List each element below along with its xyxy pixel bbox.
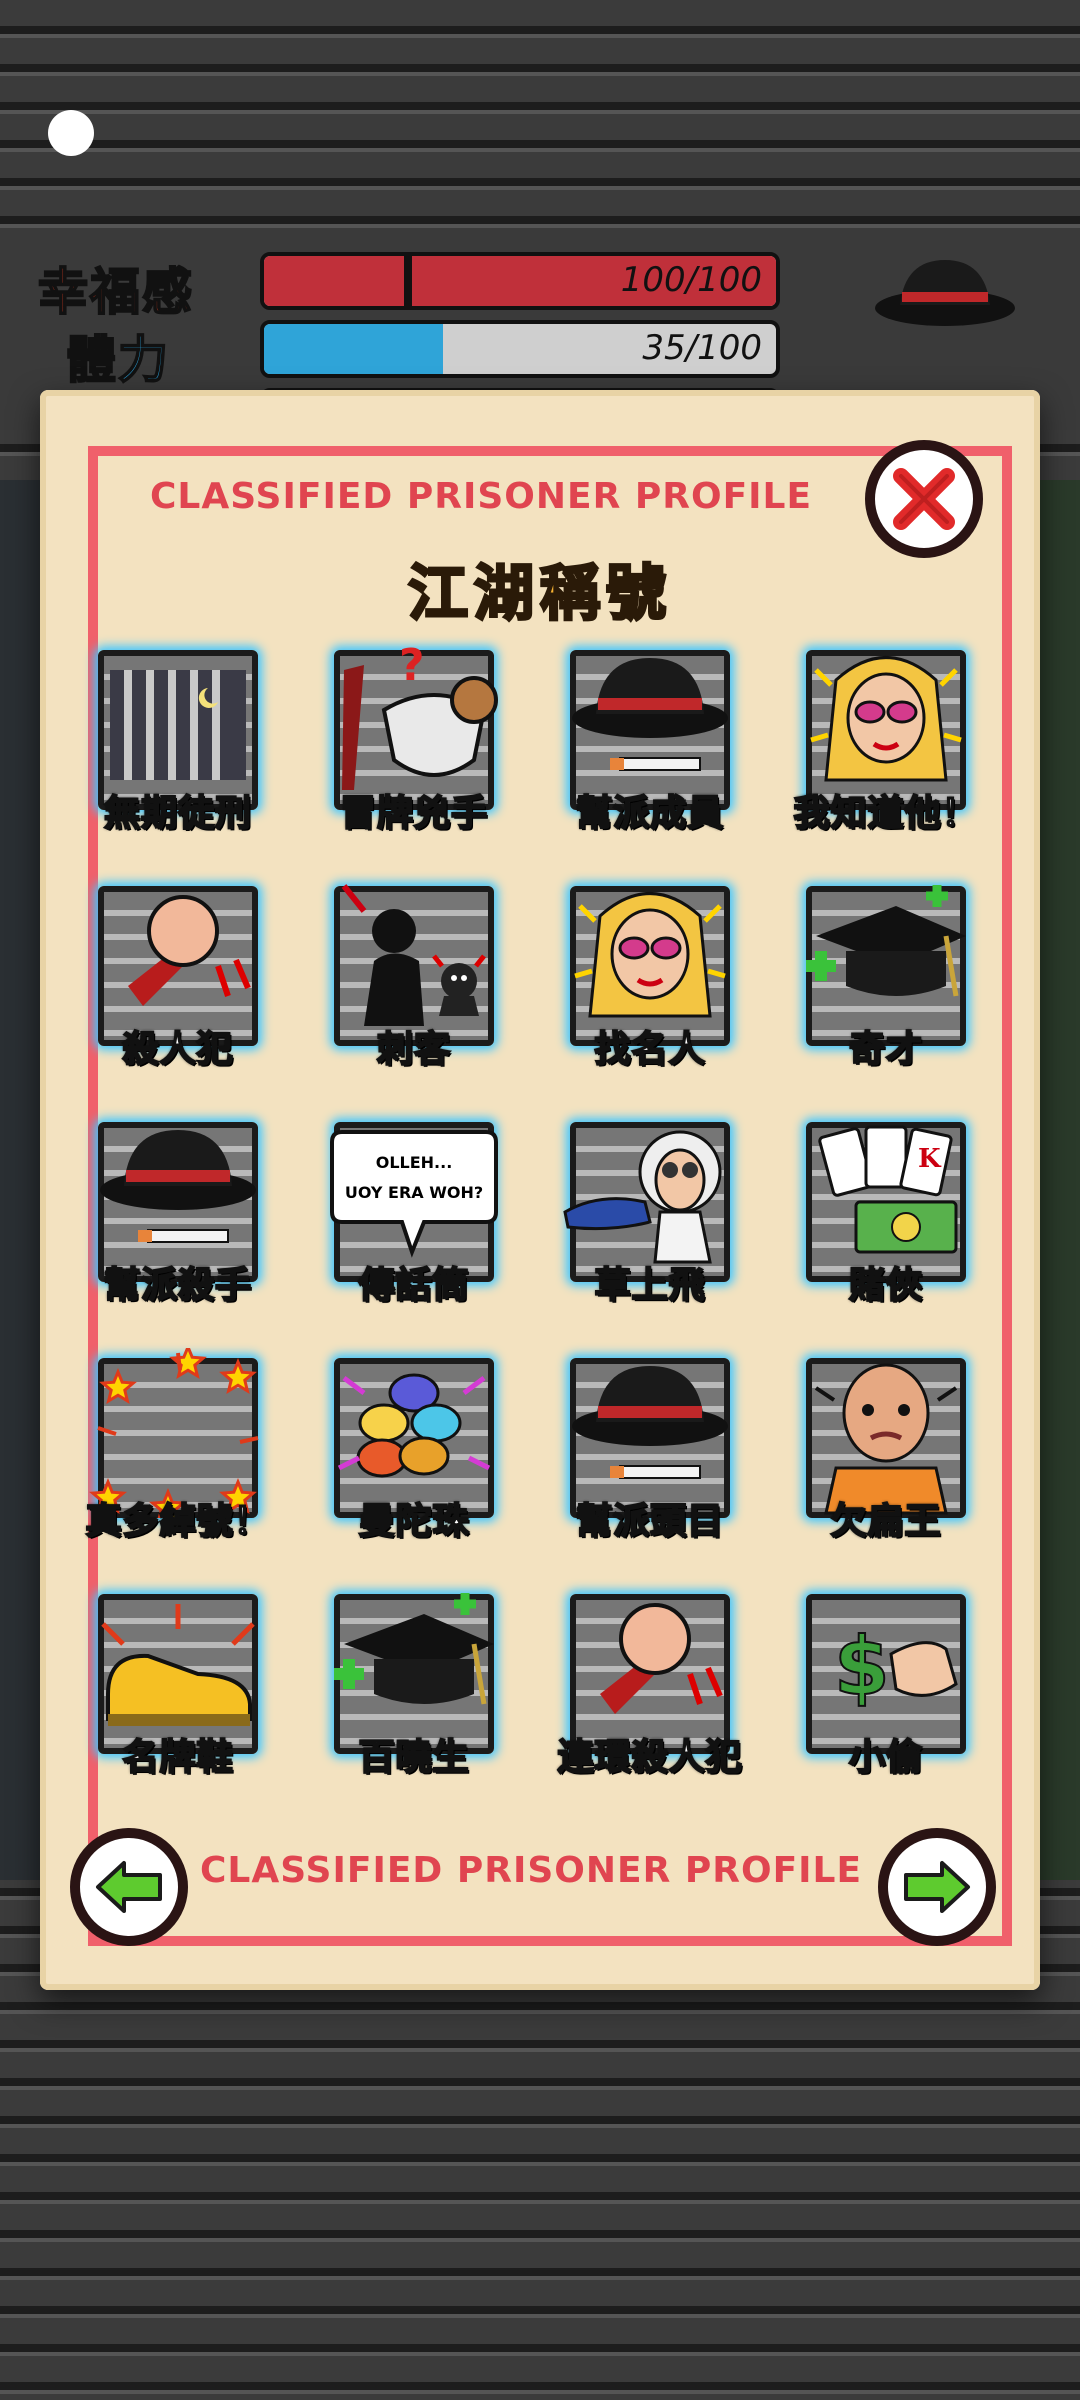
- stamina-value: 35/100: [642, 328, 762, 368]
- title-label: 找名人: [593, 1027, 706, 1071]
- title-badge[interactable]: 殺人犯: [88, 876, 268, 1071]
- title-label: 冒牌兇手: [339, 791, 488, 835]
- background-wall: [0, 480, 40, 1880]
- title-label: 連環殺人犯: [556, 1735, 743, 1779]
- title-label: 幫派殺手: [103, 1263, 252, 1307]
- title-label: 我知道他！: [792, 791, 979, 835]
- status-indicator: [48, 110, 94, 156]
- happiness-value: 100/100: [620, 260, 762, 300]
- nicknames-title: 江湖稱號: [407, 558, 672, 631]
- happiness-bar: 100/100: [260, 252, 780, 310]
- title-label: 刺客: [376, 1027, 451, 1071]
- title-badge[interactable]: 草上飛: [560, 1112, 740, 1307]
- dialog-header: CLASSIFIED PRISONER PROFILE: [150, 476, 813, 517]
- svg-text:UOY ERA WOH?: UOY ERA WOH?: [345, 1183, 483, 1202]
- right-arrow-icon: [904, 1861, 970, 1913]
- title-label: 小偷: [848, 1735, 923, 1779]
- prisoner-profile-dialog: CLASSIFIED PRISONER PROFILE 江湖稱號 無期徒刑? 冒牌…: [40, 390, 1040, 1990]
- next-page-button[interactable]: [878, 1828, 996, 1946]
- title-label: 幫派頭目: [575, 1499, 724, 1543]
- title-label: 草上飛: [593, 1263, 706, 1307]
- title-label: 殺人犯: [121, 1027, 234, 1071]
- happiness-label: 幸福感: [37, 261, 194, 322]
- dialog-footer: CLASSIFIED PRISONER PROFILE: [200, 1850, 863, 1891]
- title-label: 奇才: [848, 1027, 923, 1071]
- title-badge[interactable]: 找名人: [560, 876, 740, 1071]
- title-label: 百曉生: [357, 1735, 470, 1779]
- title-label: 無期徒刑: [103, 791, 252, 835]
- title-label: 幫派成員: [575, 791, 724, 835]
- title-label: 曼陀珠: [357, 1499, 470, 1543]
- title-badge[interactable]: 真多綽號！: [84, 1348, 271, 1543]
- svg-text:$: $: [834, 1620, 890, 1713]
- previous-page-button[interactable]: [70, 1828, 188, 1946]
- title-badge[interactable]: 幫派殺手: [88, 1112, 268, 1307]
- title-badge[interactable]: 我知道他！: [792, 640, 979, 835]
- title-label: 名牌鞋: [121, 1735, 234, 1779]
- background-fence: [1040, 480, 1080, 1880]
- title-badge[interactable]: $ 小偷: [796, 1584, 976, 1779]
- title-badge[interactable]: 連環殺人犯: [556, 1584, 743, 1779]
- title-badge[interactable]: ? 冒牌兇手: [324, 640, 504, 835]
- title-badge[interactable]: 刺客: [324, 876, 504, 1071]
- title-badge[interactable]: 奇才: [796, 876, 976, 1071]
- title-label: 賭俠: [848, 1263, 923, 1307]
- svg-text:?: ?: [399, 640, 425, 691]
- title-badge[interactable]: 曼陀珠: [324, 1348, 504, 1543]
- close-button[interactable]: [865, 440, 983, 558]
- gangster-hat-icon: [875, 260, 1015, 326]
- svg-text:K: K: [918, 1144, 942, 1174]
- stamina-bar: 35/100: [260, 320, 780, 378]
- title-badge[interactable]: 欠扁王: [796, 1348, 976, 1543]
- title-badge[interactable]: OLLEH... UOY ERA WOH? 傳話筒: [324, 1112, 504, 1307]
- title-badge[interactable]: 幫派頭目: [560, 1348, 740, 1543]
- title-badge[interactable]: 百曉生: [324, 1584, 504, 1779]
- title-label: 真多綽號！: [84, 1499, 271, 1543]
- title-label: 傳話筒: [357, 1263, 470, 1307]
- close-icon: [893, 468, 955, 530]
- title-badge[interactable]: 無期徒刑: [88, 640, 268, 835]
- title-badge[interactable]: 幫派成員: [560, 640, 740, 835]
- title-label: 欠扁王: [829, 1499, 942, 1543]
- title-badge[interactable]: K 賭俠: [796, 1112, 976, 1307]
- svg-text:OLLEH...: OLLEH...: [376, 1153, 453, 1172]
- title-badge[interactable]: 名牌鞋: [88, 1584, 268, 1779]
- stamina-label: 體力: [65, 329, 170, 390]
- left-arrow-icon: [96, 1861, 162, 1913]
